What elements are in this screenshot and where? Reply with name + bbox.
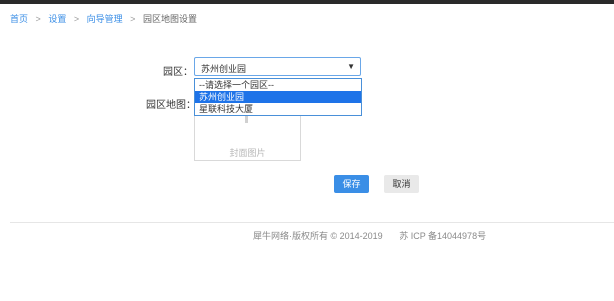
breadcrumb-current: 园区地图设置 <box>142 14 197 24</box>
map-label: 园区地图： <box>146 100 196 111</box>
breadcrumb: 首页 > 设置 > 向导管理 > 园区地图设置 <box>10 12 197 25</box>
park-select[interactable]: 苏州创业园 ▼ <box>194 57 361 76</box>
cancel-button[interactable]: 取消 <box>384 175 419 193</box>
top-bar <box>0 0 614 4</box>
dropdown-option[interactable]: --请选择一个园区-- <box>195 79 361 91</box>
breadcrumb-separator: > <box>130 14 136 24</box>
save-button[interactable]: 保存 <box>334 175 369 193</box>
dropdown-option[interactable]: 星联科技大厦 <box>195 103 361 115</box>
park-select-value: 苏州创业园 <box>201 64 247 74</box>
breadcrumb-separator: > <box>35 14 41 24</box>
footer-icp[interactable]: 苏 ICP 备14044978号 <box>399 231 486 241</box>
chevron-down-icon: ▼ <box>347 62 355 71</box>
uploader-placeholder: 封面图片 <box>229 148 266 158</box>
park-dropdown-list: --请选择一个园区-- 苏州创业园 星联科技大厦 <box>194 78 362 116</box>
footer: 犀牛网络·版权所有 © 2014-2019 苏 ICP 备14044978号 <box>253 229 486 242</box>
footer-divider <box>10 222 614 223</box>
dropdown-option-selected[interactable]: 苏州创业园 <box>195 91 361 103</box>
breadcrumb-guide-manage[interactable]: 向导管理 <box>87 14 123 24</box>
footer-copyright: 犀牛网络·版权所有 © 2014-2019 <box>253 231 383 241</box>
park-label: 园区： <box>163 67 193 78</box>
breadcrumb-home[interactable]: 首页 <box>10 14 28 24</box>
breadcrumb-settings[interactable]: 设置 <box>48 14 66 24</box>
breadcrumb-separator: > <box>73 14 80 24</box>
